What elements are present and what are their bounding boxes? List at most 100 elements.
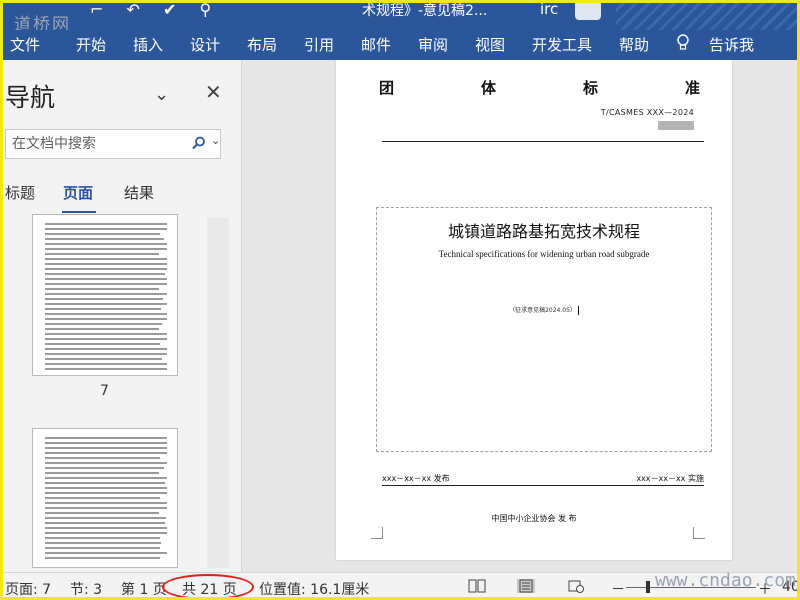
tell-me-button[interactable]: 告诉我 (709, 34, 754, 55)
thumbnail-text-line (45, 467, 164, 469)
search-input[interactable] (6, 130, 176, 158)
thumbnail-text-line (45, 243, 167, 245)
chevron-down-icon[interactable]: ⌄ (154, 84, 169, 105)
thumbnail-text-line (45, 353, 167, 355)
document-page[interactable]: 团 体 标 准 T/CASMES XXX—2024 城镇道路路基拓宽技术规程 T… (336, 60, 732, 560)
thumbnail-text-line (45, 288, 160, 290)
thumbnail-text-line (45, 318, 167, 320)
thumbnail-text-line (45, 477, 167, 479)
avatar[interactable] (575, 0, 601, 20)
thumbnail-text-line (45, 547, 160, 549)
tab-design[interactable]: 设计 (190, 34, 220, 55)
thumbnail-text-line (45, 313, 167, 315)
user-name[interactable]: irc (540, 0, 558, 18)
document-area[interactable]: 团 体 标 准 T/CASMES XXX—2024 城镇道路路基拓宽技术规程 T… (243, 60, 800, 572)
titlebar-pattern (616, 0, 800, 30)
thumbnail-text-line (45, 517, 166, 519)
divider (382, 141, 704, 142)
save-icon[interactable]: ⌐ (90, 0, 103, 19)
thumbnail-text-line (45, 273, 165, 275)
navigation-pane: 导航 ⌄ ✕ ⌄ 标题 页面 结果 7 (0, 60, 242, 572)
search-icon[interactable]: ⚲ (200, 0, 212, 19)
thumbnail-text-line (45, 552, 167, 554)
thumbnail-text-line (45, 303, 167, 305)
divider (382, 485, 704, 486)
read-mode-icon[interactable] (468, 579, 486, 593)
thumbnail-text-line (45, 308, 162, 310)
tab-home[interactable]: 开始 (76, 34, 106, 55)
thumbnail-text-line (45, 437, 167, 439)
zoom-out-button[interactable]: － (611, 579, 625, 599)
watermark-url: www.cndao.com (655, 570, 796, 591)
thumbnail-text-line (45, 527, 167, 529)
thumbnail-text-line (45, 298, 164, 300)
thumbnail-text-line (45, 223, 167, 225)
thumbnail-text-line (45, 482, 166, 484)
status-section[interactable]: 节: 3 (70, 579, 102, 599)
thumbnail-text-line (45, 447, 167, 449)
thumbnail-text-line (45, 358, 163, 360)
thumbnail-text-line (45, 338, 167, 340)
thumbnail-text-line (45, 537, 160, 539)
thumbnail-text-line (45, 258, 167, 260)
thumbnail-text-line (45, 502, 167, 504)
tab-layout[interactable]: 布局 (247, 34, 277, 55)
thumbnail-text-line (45, 233, 161, 235)
thumbnail-page-number: 7 (100, 383, 109, 399)
thumbnail-text-line (45, 522, 165, 524)
tab-view[interactable]: 视图 (475, 34, 505, 55)
thumbnail-text-line (45, 442, 167, 444)
status-page[interactable]: 页面: 7 (5, 579, 51, 599)
publish-date: xxx－xx－xx 发布 (382, 474, 450, 483)
thumbnail-text-line (45, 228, 167, 230)
draft-note: （征求意见稿2024.05） (377, 305, 711, 315)
tab-help[interactable]: 帮助 (619, 34, 649, 55)
status-page-of[interactable]: 第 1 页 (121, 579, 167, 599)
tab-mailings[interactable]: 邮件 (361, 34, 391, 55)
tab-developer[interactable]: 开发工具 (532, 34, 592, 55)
nav-tab-pages[interactable]: 页面 (63, 182, 93, 203)
thumbnail-text-line (45, 557, 160, 559)
header-char: 体 (481, 79, 497, 97)
nav-tab-results[interactable]: 结果 (124, 182, 154, 203)
doc-header: 团 体 标 准 (336, 77, 732, 97)
thumbnail-text-line (45, 462, 167, 464)
thumbnail-text-line (45, 323, 162, 325)
tab-review[interactable]: 审阅 (418, 34, 448, 55)
thumbnail-text-line (45, 348, 167, 350)
nav-tab-headings[interactable]: 标题 (5, 182, 35, 203)
thumbnail-text-line (45, 492, 167, 494)
thumbnail-text-line (45, 363, 167, 365)
implement-date: xxx－xx－xx 实施 (636, 474, 704, 483)
thumbnail-scrollbar[interactable] (207, 218, 229, 568)
page-thumbnail[interactable] (32, 428, 178, 568)
selection-highlight (658, 121, 694, 130)
tab-insert[interactable]: 插入 (133, 34, 163, 55)
search-options-chevron-icon[interactable]: ⌄ (211, 134, 220, 147)
thumbnail-text-line (45, 472, 159, 474)
page-thumbnail[interactable] (32, 214, 178, 376)
search-icon[interactable] (192, 136, 206, 150)
zoom-slider-handle[interactable] (646, 581, 650, 593)
header-char: 准 (685, 79, 701, 97)
thumbnail-text-line (45, 343, 161, 345)
thumbnail-text-line (45, 452, 167, 454)
thumbnail-text-line (45, 542, 162, 544)
header-char: 团 (379, 79, 395, 97)
status-position[interactable]: 位置值: 16.1厘米 (259, 579, 369, 599)
check-icon[interactable]: ✔ (163, 0, 176, 19)
web-layout-icon[interactable] (567, 579, 585, 593)
title-bar: ⌐ ↶ ✔ ⚲ 术规程》-意见稿2... irc (0, 0, 800, 30)
tab-file[interactable]: 文件 (10, 34, 40, 55)
lightbulb-icon[interactable] (676, 34, 690, 52)
thumbnail-text-line (45, 248, 167, 250)
nav-search: ⌄ (5, 129, 221, 159)
document-title: 术规程》-意见稿2... (362, 3, 488, 19)
ribbon-tabs: 文件 开始 插入 设计 布局 引用 邮件 审阅 视图 开发工具 帮助 告诉我 (0, 30, 800, 60)
tab-references[interactable]: 引用 (304, 34, 334, 55)
title-en: Technical specifications for widening ur… (438, 249, 650, 259)
thumbnail-text-line (45, 293, 167, 295)
undo-icon[interactable]: ↶ (127, 0, 140, 19)
print-layout-icon[interactable] (517, 579, 535, 593)
close-icon[interactable]: ✕ (205, 80, 222, 104)
